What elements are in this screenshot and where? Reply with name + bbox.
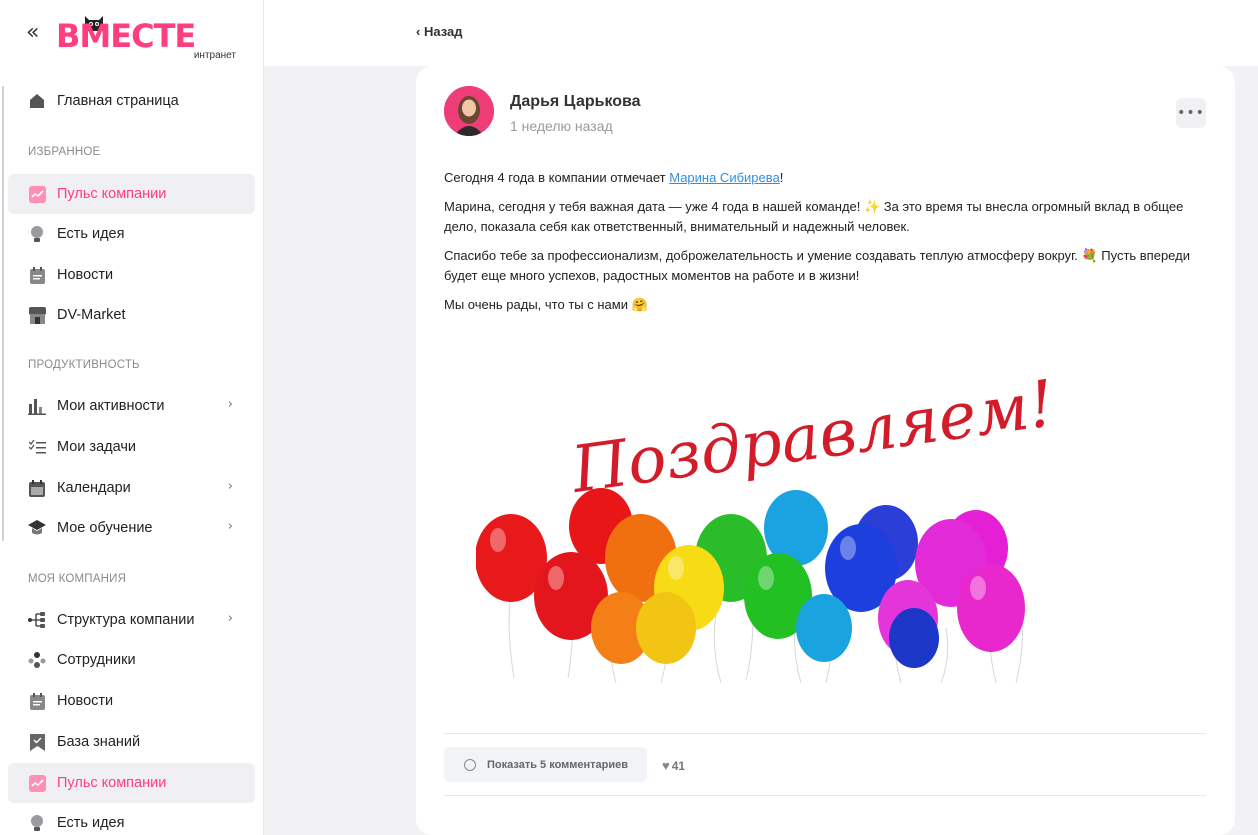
sidebar-item-idea-2[interactable]: Есть идея (8, 803, 255, 835)
double-chevron-left-icon[interactable]: « (26, 22, 39, 44)
chevron-right-icon: › (227, 479, 233, 494)
back-label: Назад (423, 24, 463, 39)
section-productivity: ПРОДУКТИВНОСТЬ (28, 359, 140, 371)
sidebar-item-news[interactable]: Новости (8, 255, 255, 295)
sidebar-item-company-pulse-2[interactable]: Пульс компании (8, 763, 255, 803)
like-button[interactable]: ♥ 41 (662, 758, 685, 773)
sidebar-item-label: Мои активности (57, 398, 165, 414)
post-card: Дарья Царькова 1 неделю назад ••• Сегодн… (416, 66, 1235, 835)
sidebar-item-label: Пульс компании (57, 775, 167, 791)
section-favorites: ИЗБРАННОЕ (28, 146, 101, 158)
sidebar-item-idea[interactable]: Есть идея (8, 214, 255, 254)
sidebar-item-label: Новости (57, 693, 114, 709)
sidebar-item-label: Есть идея (57, 815, 125, 831)
post-body: Сегодня 4 года в компании отмечает Марин… (444, 168, 1214, 324)
news-icon (28, 266, 46, 284)
sidebar-item-label: Сотрудники (57, 652, 136, 668)
sidebar-item-calendars[interactable]: Календари › (8, 468, 255, 508)
logo-row: « ВМЕСТЕ интранет (0, 0, 263, 78)
sidebar-item-label: Мои задачи (57, 439, 137, 455)
post-text-segment: Сегодня 4 года в компании отмечает (444, 170, 670, 185)
sidebar-scrollbar[interactable] (2, 86, 4, 541)
sidebar-item-label: Новости (57, 267, 114, 283)
post-time: 1 неделю назад (510, 118, 613, 134)
likes-count: 41 (671, 758, 686, 773)
post-image[interactable]: Поздравляем! (475, 358, 1059, 688)
post-paragraph-1: Сегодня 4 года в компании отмечает Марин… (444, 168, 1214, 188)
chevron-left-icon: ‹ (416, 24, 421, 39)
sidebar-item-label: DV-Market (57, 307, 126, 323)
shop-icon (28, 306, 46, 324)
sidebar-item-label: Главная страница (57, 93, 179, 109)
more-options-button[interactable]: ••• (1176, 98, 1206, 128)
show-comments-button[interactable]: Показать 5 комментариев (444, 747, 647, 782)
divider (444, 795, 1206, 796)
calendar-icon (28, 479, 46, 497)
back-button[interactable]: ‹ Назад (416, 24, 463, 39)
sidebar-item-my-tasks[interactable]: Мои задачи (8, 427, 255, 467)
pulse-icon (28, 185, 46, 203)
sidebar-item-employees[interactable]: Сотрудники (8, 640, 255, 680)
logo[interactable]: ВМЕСТЕ интранет (56, 10, 242, 66)
tasks-icon (28, 438, 46, 456)
sidebar-item-my-activities[interactable]: Мои активности › (8, 386, 255, 426)
post-paragraph-2: Марина, сегодня у тебя важная дата — уже… (444, 199, 1184, 234)
logo-subtitle: интранет (193, 50, 236, 61)
org-structure-icon (28, 611, 46, 629)
sidebar-item-company-pulse[interactable]: Пульс компании (8, 174, 255, 214)
sidebar-item-label: База знаний (57, 734, 141, 750)
image-caption: Поздравляем! (566, 367, 1056, 508)
sidebar-item-label: Мое обучение (57, 520, 153, 536)
graduation-cap-icon (28, 519, 46, 537)
divider (444, 733, 1206, 734)
lightbulb-icon (28, 225, 46, 243)
mention-link[interactable]: Марина Сибирева (669, 170, 780, 185)
post-paragraph-3: Спасибо тебе за профессионализм, доброже… (444, 248, 1190, 283)
chevron-right-icon: › (227, 397, 233, 412)
congratulations-image: Поздравляем! (475, 367, 1059, 684)
home-icon (28, 92, 46, 110)
sidebar-item-knowledge-base[interactable]: База знаний (8, 722, 255, 762)
sidebar-item-company-news[interactable]: Новости (8, 681, 255, 721)
sidebar-item-label: Календари (57, 480, 131, 496)
post-text-segment: ! (779, 170, 784, 185)
heart-icon: ♥ (662, 758, 670, 773)
logo-word: ВМЕСТЕ (56, 17, 196, 55)
pulse-icon (28, 774, 46, 792)
post-paragraph-4: Мы очень рады, что ты с нами 🤗 (444, 297, 648, 312)
show-comments-label: Показать 5 комментариев (487, 758, 629, 771)
bookmark-icon (28, 733, 46, 751)
chevron-right-icon: › (227, 519, 233, 534)
sidebar-item-home[interactable]: Главная страница (8, 81, 255, 121)
post-author[interactable]: Дарья Царькова (510, 93, 641, 111)
employees-icon (28, 651, 46, 669)
sidebar-item-label: Структура компании (57, 612, 195, 628)
sidebar-item-my-learning[interactable]: Мое обучение › (8, 508, 255, 548)
lightbulb-icon (28, 814, 46, 832)
news-icon (28, 692, 46, 710)
sidebar-item-label: Пульс компании (57, 186, 167, 202)
section-my-company: МОЯ КОМПАНИЯ (28, 573, 127, 585)
avatar[interactable] (444, 86, 494, 136)
sidebar-item-label: Есть идея (57, 226, 125, 242)
chevron-right-icon: › (227, 611, 233, 626)
bar-chart-icon (28, 397, 46, 415)
sidebar: « ВМЕСТЕ интранет Главная страница ИЗБРА… (0, 0, 264, 835)
comment-icon (464, 758, 476, 771)
topbar: ‹ Назад (264, 0, 1258, 66)
sidebar-item-dv-market[interactable]: DV-Market (8, 295, 255, 335)
sidebar-item-company-structure[interactable]: Структура компании › (8, 600, 255, 640)
